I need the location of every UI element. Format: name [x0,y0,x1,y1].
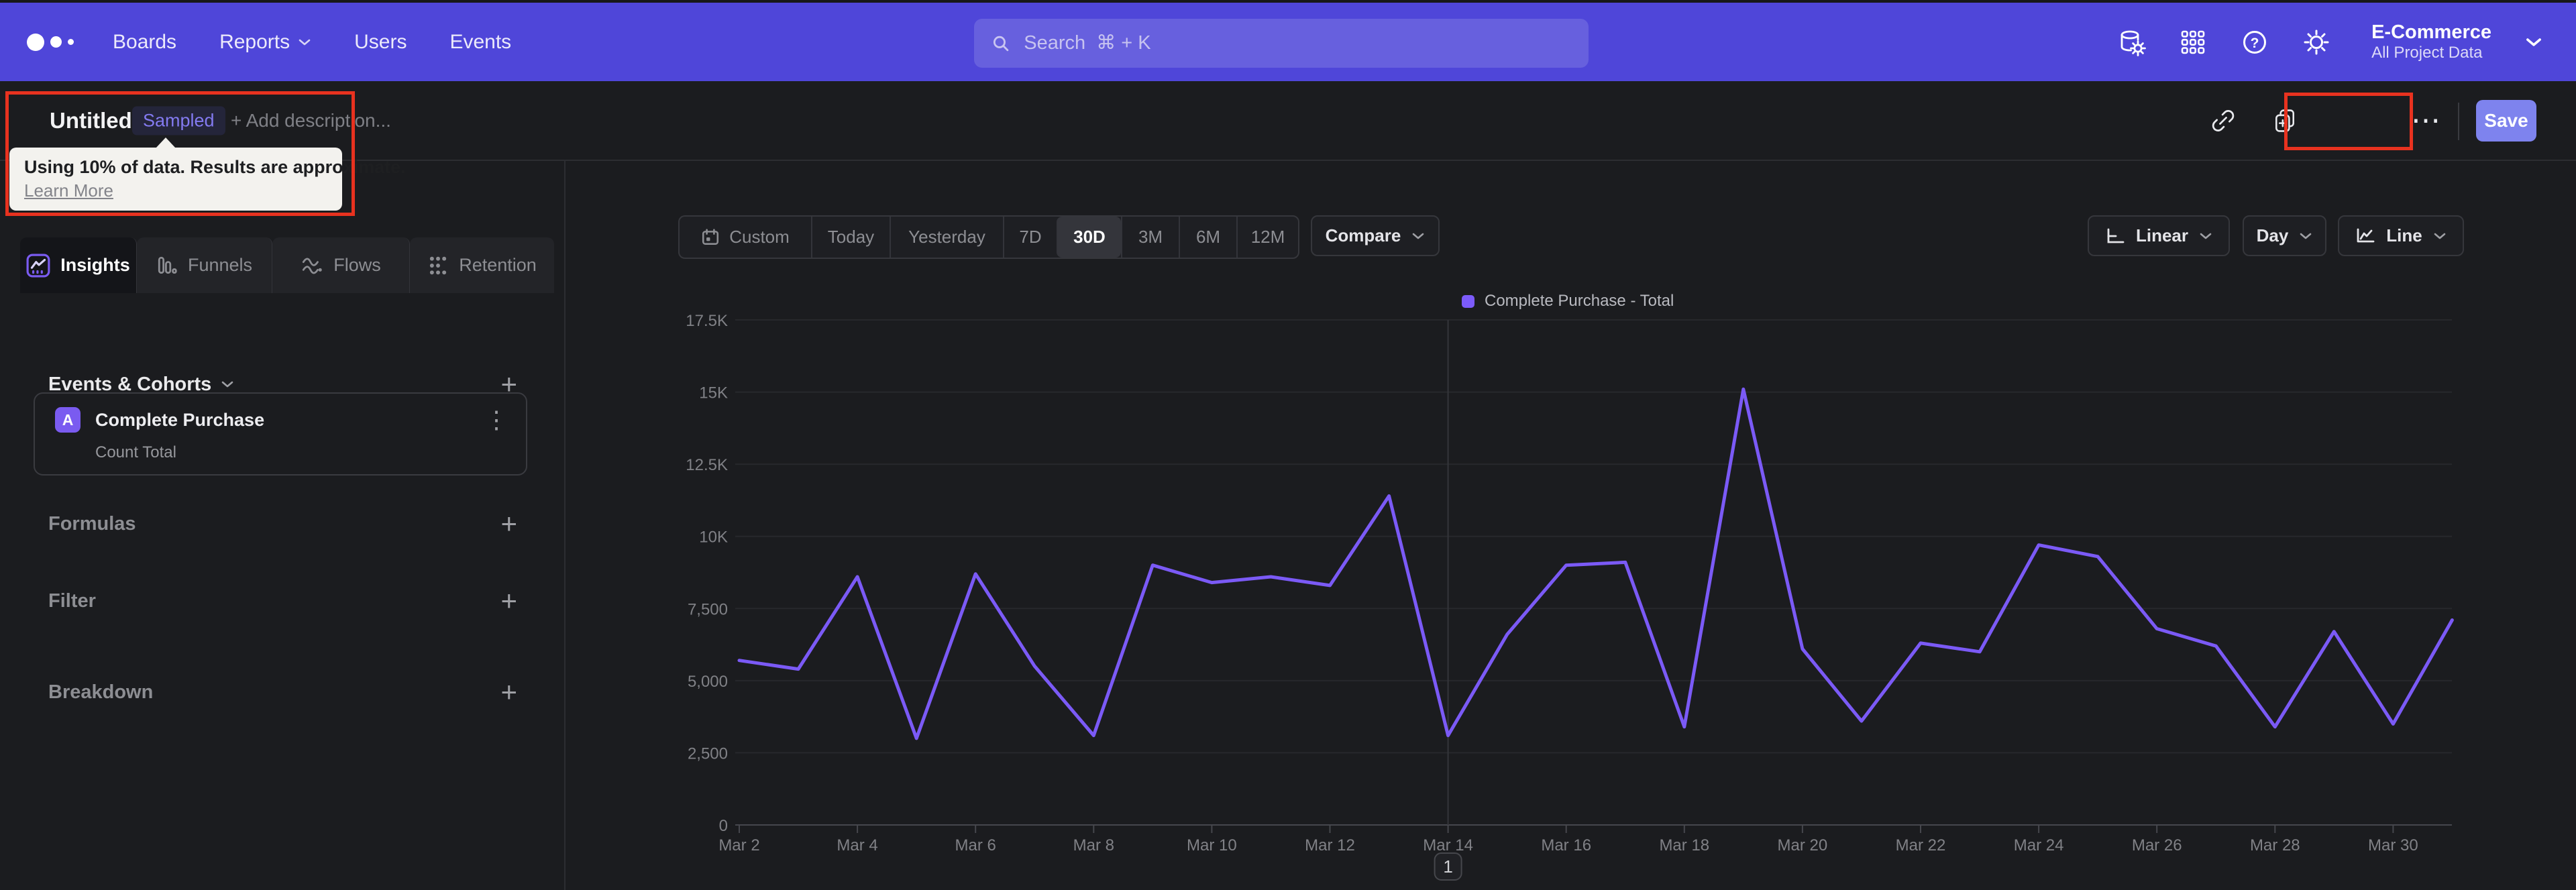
x-tick-label: Mar 14 [1423,836,1473,854]
chart-legend[interactable]: Complete Purchase - Total [1462,292,1674,311]
section-formulas: Formulas + [48,508,517,539]
event-card[interactable]: A Complete Purchase ⋮ Count Total [34,392,527,476]
apps-grid-icon[interactable] [2178,27,2208,57]
sampling-tooltip: Using 10% of data. Results are approxima… [9,137,406,211]
project-name: E-Commerce [2371,21,2491,44]
interval-dropdown[interactable]: Day [2243,215,2326,256]
x-tick-label: Mar 20 [1778,836,1828,854]
kebab-menu-icon[interactable]: ⋮ [484,406,508,434]
divider [2458,103,2459,140]
range-today[interactable]: Today [811,217,890,258]
search-input[interactable] [1022,32,1571,55]
project-scope: All Project Data [2371,44,2483,62]
add-breakdown-button[interactable]: + [500,678,517,706]
date-range-selector: Custom Today Yesterday 7D 30D 3M 6M 12M [678,215,1299,259]
tab-insights[interactable]: Insights [20,237,137,293]
x-tick-label: Mar 4 [837,836,877,854]
legend-swatch [1462,294,1474,308]
query-builder-sidebar: Insights Funnels Flows Retention Events & C… [0,161,566,890]
range-custom[interactable]: Custom [680,217,811,258]
range-7d[interactable]: 7D [1003,217,1057,258]
section-filter: Filter + [48,585,517,616]
tooltip-text: Using 10% of data. Results are approxima… [24,157,406,177]
scale-dropdown[interactable]: Linear [2088,215,2230,256]
y-tick-label: 10K [699,529,728,547]
add-formulas-button[interactable]: + [500,510,517,538]
insights-icon [26,254,50,277]
range-12m[interactable]: 12M [1236,217,1298,258]
y-tick-label: 5,000 [688,673,728,691]
y-tick-label: 15K [699,384,728,402]
y-tick-label: 12.5K [686,456,728,474]
chevron-down-icon [299,39,311,45]
svg-text:?: ? [2251,36,2259,51]
linear-scale-icon [2107,228,2125,243]
x-tick-label: Mar 26 [2132,836,2182,854]
data-management-icon[interactable] [2116,27,2146,57]
chart-panel: 0 2,500 5,000 7,500 10K 12.5K 15K 17.5K Mar 2 Mar… [566,161,2576,890]
flows-icon [303,258,323,274]
x-tick-label: Mar 6 [955,836,996,854]
funnels-icon [158,256,177,274]
save-button[interactable]: Save [2476,100,2536,142]
section-breakdown: Breakdown + [48,676,517,708]
nav-item-reports[interactable]: Reports [219,31,311,54]
x-tick-label: Mar 28 [2250,836,2300,854]
calendar-icon [702,228,719,245]
more-options-icon[interactable]: ⋯ [2411,105,2442,135]
top-navbar: Boards Reports Users Events ? E-Commerce Al… [0,0,2576,81]
y-tick-label: 2,500 [688,744,728,763]
settings-gear-icon[interactable] [2302,27,2331,57]
learn-more-link[interactable]: Learn More [24,180,113,201]
range-6m[interactable]: 6M [1179,217,1236,258]
series-line[interactable] [737,387,2454,740]
annotation-chip-label: 1 [1443,856,1452,877]
project-switcher[interactable]: E-Commerce All Project Data [2371,21,2491,62]
chart-type-dropdown[interactable]: Line [2338,215,2464,256]
x-tick-label: Mar 24 [2014,836,2064,854]
retention-icon [430,256,447,274]
help-icon[interactable]: ? [2240,27,2269,57]
mixpanel-logo-icon[interactable] [27,33,74,51]
x-tick-label: Mar 18 [1659,836,1709,854]
x-tick-label: Mar 2 [718,836,759,854]
chevron-down-icon[interactable] [221,380,234,388]
search-icon [993,36,1009,51]
add-filter-button[interactable]: + [500,587,517,615]
x-tick-label: Mar 8 [1073,836,1114,854]
report-title[interactable]: Untitled [50,108,132,133]
range-30d[interactable]: 30D [1057,217,1121,258]
tab-retention[interactable]: Retention [410,237,554,293]
duplicate-report-icon[interactable] [2271,107,2298,134]
search-bar[interactable] [974,19,1589,68]
x-tick-label: Mar 12 [1305,836,1355,854]
compare-button[interactable]: Compare [1311,215,1440,256]
x-tick-label: Mar 16 [1541,836,1591,854]
tab-funnels[interactable]: Funnels [137,237,272,293]
event-metric[interactable]: Count Total [95,443,176,462]
nav-item-events[interactable]: Events [449,31,511,54]
range-3m[interactable]: 3M [1121,217,1179,258]
tab-flows[interactable]: Flows [272,237,410,293]
report-tabs: Insights Funnels Flows Retention [20,237,554,293]
line-chart[interactable]: 0 2,500 5,000 7,500 10K 12.5K 15K 17.5K Mar 2 Mar… [566,161,2576,890]
report-header-bar: Untitled Sampled + Add description... ⋯ … [0,81,2576,214]
y-tick-label: 0 [719,817,728,835]
nav-item-boards[interactable]: Boards [113,31,176,54]
x-tick-label: Mar 10 [1187,836,1237,854]
range-yesterday[interactable]: Yesterday [890,217,1003,258]
sampled-badge[interactable]: Sampled [132,106,225,135]
line-chart-icon [2357,228,2375,242]
x-tick-label: Mar 22 [1896,836,1946,854]
x-tick-label: Mar 30 [2368,836,2418,854]
chevron-down-icon[interactable] [2525,37,2542,48]
event-name[interactable]: Complete Purchase [95,410,264,431]
y-tick-label: 17.5K [686,312,728,330]
y-tick-label: 7,500 [688,600,728,618]
copy-link-icon[interactable] [2210,107,2237,134]
add-description[interactable]: + Add description... [231,110,391,131]
legend-label: Complete Purchase - Total [1485,292,1674,310]
nav-item-users[interactable]: Users [354,31,407,54]
series-letter-badge: A [55,407,80,433]
